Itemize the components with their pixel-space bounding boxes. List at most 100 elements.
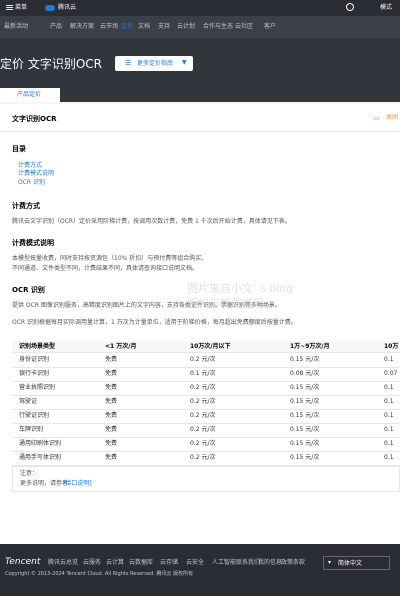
toc-item[interactable]: 计费模式说明 (18, 170, 54, 178)
table-cell: 通用印刷体识别 (19, 440, 62, 447)
hero-header: 定价 文字识别OCR ☰ 更多定价指南 ▼ 产品定价 (0, 38, 400, 102)
notes-text: 更多说明，请参考 (20, 480, 69, 487)
ocr-title: OCR 识别 (12, 286, 45, 294)
toc-item[interactable]: OCR 识别 (18, 179, 45, 187)
nav-item[interactable]: 最新活动 (4, 23, 28, 31)
table-header-cell: 10万次/月以下 (190, 343, 231, 350)
topbar: ≡ 菜单 腾讯云 模式 (0, 0, 400, 16)
table-cell: 0.1 (384, 412, 394, 419)
footer-link[interactable]: 云存储 (160, 559, 178, 567)
row-divider (12, 352, 400, 353)
table-cell: 免费 (105, 426, 118, 433)
mode-label[interactable]: 模式 (380, 4, 392, 12)
table-header-cell: <1 万次/月 (105, 343, 137, 350)
table-cell: 身份证识别 (19, 356, 50, 363)
table-header-cell: 10万 (384, 343, 399, 350)
page-title: 定价 文字识别OCR (0, 57, 102, 71)
toc-item[interactable]: 计费方式 (18, 162, 42, 170)
footer-link[interactable]: 云数据库 (129, 559, 153, 567)
footer-link[interactable]: 腾讯云总览 (48, 559, 78, 567)
panel-title: 文字识别OCR (12, 115, 57, 123)
nav-item[interactable]: 合作与生态 (203, 23, 233, 31)
table-cell: 0.2 元/次 (190, 356, 216, 363)
nav-item[interactable]: 云市场 (100, 23, 118, 31)
table-cell: 0.2 元/次 (190, 398, 216, 405)
footer-link[interactable]: 人工智能 (212, 559, 236, 567)
nav-item[interactable]: 云社区 (235, 23, 253, 31)
notes-link[interactable]: [接口说明] (63, 480, 92, 488)
panel-action[interactable]: 关闭 (386, 114, 398, 122)
table-cell: 0.15 元/次 (290, 398, 320, 405)
footer-brand: Tencent (5, 557, 41, 567)
footer-link[interactable]: 云安全 (186, 559, 204, 567)
language-select[interactable]: ▾ 简体中文 (323, 556, 390, 570)
table-cell: 0.1 (384, 356, 394, 363)
table-cell: 行驶证识别 (19, 412, 50, 419)
table-cell: 免费 (105, 356, 118, 363)
table-cell: 0.1 (384, 440, 394, 447)
row-divider (12, 423, 400, 424)
footer-link[interactable]: 政策条款 (281, 559, 305, 567)
row-divider (12, 395, 400, 396)
list-icon: ☰ (125, 59, 132, 67)
table-cell: 0.2 元/次 (190, 412, 216, 419)
nav-item[interactable]: 支持 (158, 23, 170, 31)
tab-product-pricing[interactable]: 产品定价 (0, 88, 60, 102)
table-cell: 0.15 元/次 (290, 426, 320, 433)
table-cell: 0.15 元/次 (290, 356, 320, 363)
table-cell: 免费 (105, 398, 118, 405)
footer-copyright: Copyright © 2013-2024 Tencent Cloud. All… (5, 571, 194, 577)
table-cell: 0.07 (384, 370, 398, 377)
table-cell: 0.08 元/次 (290, 370, 320, 377)
table-cell: 0.2 元/次 (190, 384, 216, 391)
nav-item[interactable]: 云计划 (177, 23, 195, 31)
table-cell: 免费 (105, 412, 118, 419)
pricing-guide-select[interactable]: ☰ 更多定价指南 ▼ (115, 56, 193, 71)
rules-text: 本模型按量收费，同时支持按资源包（10% 折扣）与预付费等组合购买。 (12, 255, 208, 262)
footer-link[interactable]: 我的信息 (258, 559, 282, 567)
toc-title: 目录 (12, 145, 26, 153)
table-cell: 0.2 元/次 (190, 440, 216, 447)
table-cell: 通用手写体识别 (19, 454, 62, 461)
nav-item-active[interactable]: 定价 (121, 23, 133, 31)
watermark: 版权与转载说明 (187, 297, 264, 310)
nav-item[interactable]: 客户 (264, 23, 276, 31)
table-cell: 营业执照识别 (19, 384, 56, 391)
menu-label[interactable]: 菜单 (15, 4, 27, 12)
chevron-down-icon: ▼ (182, 59, 187, 66)
ocr-text: OCR 识别根据每月实际调用量计算，1 万次为计量单位，适用于阶梯价格，每月超出… (12, 319, 297, 326)
table-cell: 0.15 元/次 (290, 454, 320, 461)
nav-item[interactable]: 产品 (50, 23, 62, 31)
table-header-cell: 1万~9万次/月 (290, 343, 330, 350)
language-select-caret: ▾ (328, 559, 332, 566)
table-cell: 0.1 元/次 (190, 370, 216, 377)
table-cell: 0.1 (384, 454, 394, 461)
panel-header: 文字识别OCR ▭ 关闭 (0, 104, 400, 132)
table-cell: 车牌识别 (19, 426, 44, 433)
table-cell: 0.1 (384, 384, 394, 391)
row-divider (12, 409, 400, 410)
table-cell: 银行卡识别 (19, 370, 50, 377)
footer-link[interactable]: 云服务 (83, 559, 101, 567)
row-divider (12, 367, 400, 368)
row-divider (12, 451, 400, 452)
select-label: 更多定价指南 (137, 60, 174, 67)
footer: Tencent 腾讯云总览 云服务 云计算 云数据库 云存储 云安全 人工智能 … (0, 544, 400, 596)
row-divider (12, 381, 400, 382)
brand-name[interactable]: 腾讯云 (58, 4, 76, 12)
table-cell: 0.15 元/次 (290, 384, 320, 391)
footer-link[interactable]: 云计算 (106, 559, 124, 567)
table-cell: 0.2 元/次 (190, 454, 216, 461)
table-cell: 0.15 元/次 (290, 412, 320, 419)
menu-icon[interactable]: ≡ (5, 1, 14, 15)
cart-icon: ▭ (373, 114, 380, 122)
footer-link[interactable]: 联系我们 (236, 559, 260, 567)
rules-text: 不同通道、文件类型不同，计费结果不同，具体请查询接口说明文档。 (12, 265, 199, 272)
table-cell: 0.1 (384, 398, 394, 405)
nav-item[interactable]: 解决方案 (70, 23, 94, 31)
notes-box: 注意： 更多说明，请参考 [接口说明] (12, 466, 400, 492)
table-cell: 驾驶证 (19, 398, 38, 405)
table-cell: 免费 (105, 370, 118, 377)
search-icon[interactable] (346, 3, 354, 11)
nav-item[interactable]: 文档 (138, 23, 150, 31)
